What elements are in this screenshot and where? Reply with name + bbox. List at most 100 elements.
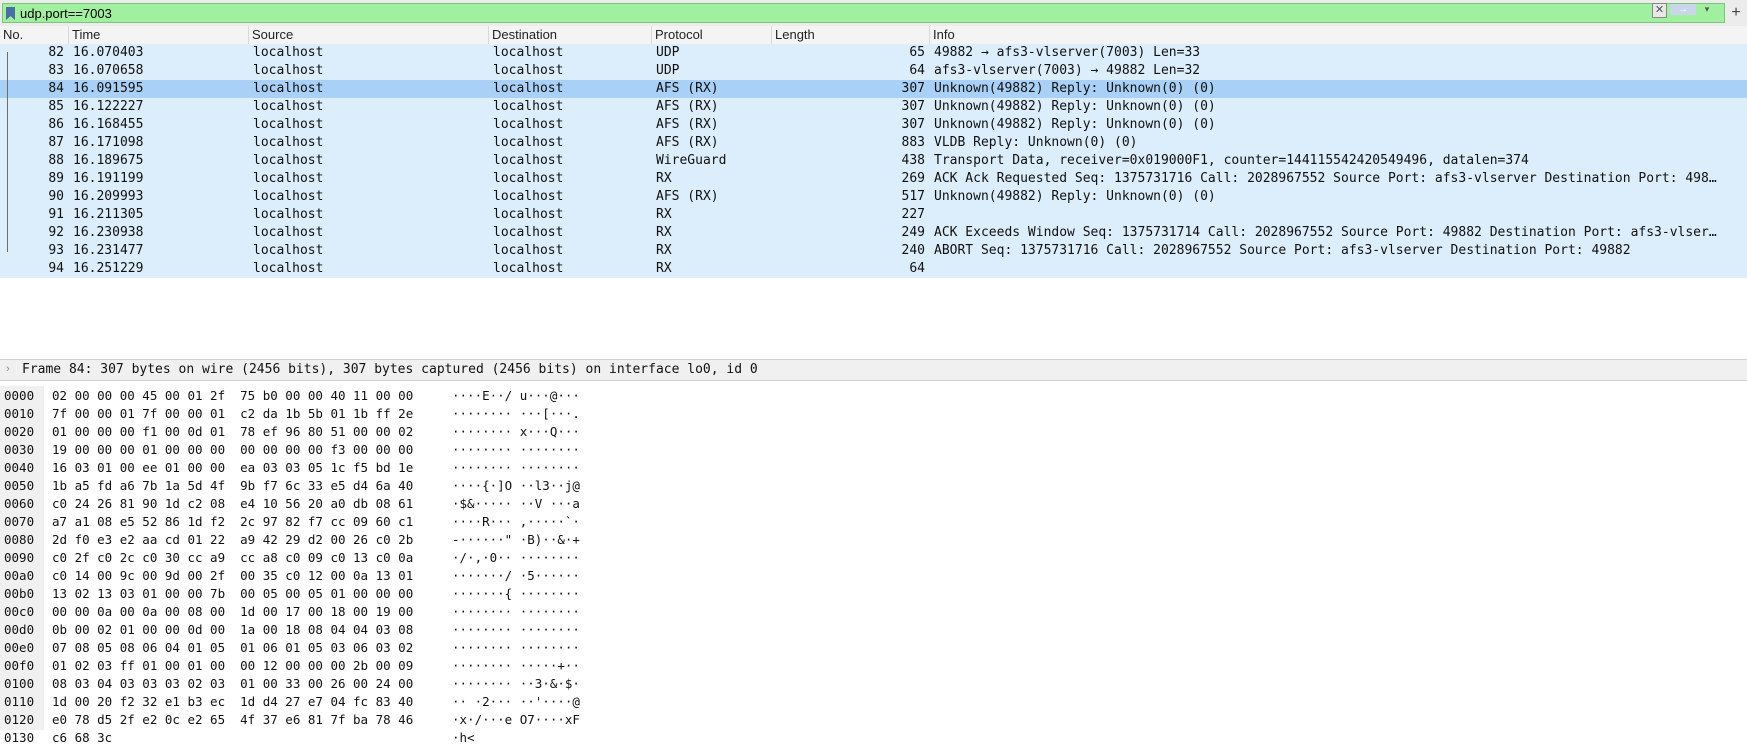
packet-row[interactable]: 93 16.231477 localhost localhost RX 240 ABORT … bbox=[0, 242, 1747, 260]
column-header-time[interactable]: Time bbox=[69, 26, 249, 44]
hex-ascii[interactable]: ····R··· ,·····`· bbox=[452, 514, 580, 529]
hex-bytes[interactable]: 01 00 00 00 f1 00 0d 01 78 ef 96 80 51 0… bbox=[52, 424, 413, 439]
expand-chevron-icon[interactable]: › bbox=[6, 363, 10, 375]
hex-ascii[interactable]: ·······/ ·5······ bbox=[452, 568, 580, 583]
hex-offset[interactable]: 0070 bbox=[4, 514, 44, 529]
cell-info: VLDB Reply: Unknown(0) (0) bbox=[934, 135, 1138, 150]
hex-offset[interactable]: 0130 bbox=[4, 730, 44, 745]
hex-ascii[interactable]: ········ ········ bbox=[452, 442, 580, 457]
hex-offset[interactable]: 0100 bbox=[4, 676, 44, 691]
hex-bytes[interactable]: e0 78 d5 2f e2 0c e2 65 4f 37 e6 81 7f b… bbox=[52, 712, 413, 727]
bookmark-icon[interactable] bbox=[6, 7, 15, 20]
packet-row[interactable]: 87 16.171098 localhost localhost AFS (RX) 883… bbox=[0, 134, 1747, 152]
packet-row[interactable]: 82 16.070403 localhost localhost UDP 65 49882 … bbox=[0, 44, 1747, 62]
hex-ascii[interactable]: ········ ········ bbox=[452, 460, 580, 475]
packet-list[interactable]: No. Time Source Destination Protocol Len… bbox=[0, 26, 1747, 351]
packet-row[interactable]: 90 16.209993 localhost localhost AFS (RX) 517… bbox=[0, 188, 1747, 206]
column-header-destination[interactable]: Destination bbox=[489, 26, 652, 44]
frame-summary-line[interactable]: Frame 84: 307 bytes on wire (2456 bits),… bbox=[22, 362, 758, 377]
hex-bytes[interactable]: c0 2f c0 2c c0 30 cc a9 cc a8 c0 09 c0 1… bbox=[52, 550, 413, 565]
cell-info: afs3-vlserver(7003) → 49882 Len=32 bbox=[934, 63, 1201, 78]
pane-splitter[interactable] bbox=[0, 351, 1747, 357]
packet-row[interactable]: 86 16.168455 localhost localhost AFS (RX) 307… bbox=[0, 116, 1747, 134]
hex-bytes[interactable]: 19 00 00 00 01 00 00 00 00 00 00 00 f3 0… bbox=[52, 442, 413, 457]
hex-offset[interactable]: 0030 bbox=[4, 442, 44, 457]
hex-ascii[interactable]: ········ x···Q··· bbox=[452, 424, 580, 439]
packet-row[interactable]: 88 16.189675 localhost localhost WireGuard 43… bbox=[0, 152, 1747, 170]
hex-bytes[interactable]: 2d f0 e3 e2 aa cd 01 22 a9 42 29 d2 00 2… bbox=[52, 532, 413, 547]
column-header-source[interactable]: Source bbox=[249, 26, 489, 44]
hex-bytes[interactable]: c0 14 00 9c 00 9d 00 2f 00 35 c0 12 00 0… bbox=[52, 568, 413, 583]
hex-ascii[interactable]: ····E··/ u···@··· bbox=[452, 388, 580, 403]
hex-offset[interactable]: 0040 bbox=[4, 460, 44, 475]
hex-offset[interactable]: 00e0 bbox=[4, 640, 44, 655]
add-filter-button-icon[interactable]: + bbox=[1727, 3, 1745, 23]
hex-bytes[interactable]: 1d 00 20 f2 32 e1 b3 ec 1d d4 27 e7 04 f… bbox=[52, 694, 413, 709]
packet-row[interactable]: 91 16.211305 localhost localhost RX 227 bbox=[0, 206, 1747, 224]
hex-offset[interactable]: 00b0 bbox=[4, 586, 44, 601]
cell-length: 438 bbox=[901, 153, 925, 168]
column-header-no[interactable]: No. bbox=[0, 26, 69, 44]
hex-bytes[interactable]: 16 03 01 00 ee 01 00 00 ea 03 03 05 1c f… bbox=[52, 460, 413, 475]
hex-ascii[interactable]: ····{·]O ··l3··j@ bbox=[452, 478, 580, 493]
hex-offset[interactable]: 0050 bbox=[4, 478, 44, 493]
cell-length: 307 bbox=[901, 81, 925, 96]
packet-bytes-pane[interactable]: 0000 02 00 00 00 45 00 01 2f 75 b0 00 00 … bbox=[0, 386, 1747, 745]
packet-row[interactable]: 92 16.230938 localhost localhost RX 249 ACK Ex… bbox=[0, 224, 1747, 242]
hex-bytes[interactable]: c6 68 3c bbox=[52, 730, 112, 745]
column-header-protocol[interactable]: Protocol bbox=[652, 26, 772, 44]
hex-offset[interactable]: 0010 bbox=[4, 406, 44, 421]
hex-offset[interactable]: 0120 bbox=[4, 712, 44, 727]
hex-bytes[interactable]: 7f 00 00 01 7f 00 00 01 c2 da 1b 5b 01 1… bbox=[52, 406, 413, 421]
apply-filter-icon[interactable]: → bbox=[1670, 4, 1696, 15]
hex-bytes[interactable]: 08 03 04 03 03 03 02 03 01 00 33 00 26 0… bbox=[52, 676, 413, 691]
hex-offset[interactable]: 0090 bbox=[4, 550, 44, 565]
cell-time: 16.191199 bbox=[73, 171, 144, 186]
packet-details-pane[interactable]: › Frame 84: 307 bytes on wire (2456 bits… bbox=[0, 359, 1747, 381]
packet-row[interactable]: 84 16.091595 localhost localhost AFS (RX) 307… bbox=[0, 80, 1747, 98]
hex-bytes[interactable]: 00 00 0a 00 0a 00 08 00 1d 00 17 00 18 0… bbox=[52, 604, 413, 619]
hex-ascii[interactable]: ·······{ ········ bbox=[452, 586, 580, 601]
hex-bytes[interactable]: 02 00 00 00 45 00 01 2f 75 b0 00 00 40 1… bbox=[52, 388, 413, 403]
hex-offset[interactable]: 0000 bbox=[4, 388, 44, 403]
hex-offset[interactable]: 00a0 bbox=[4, 568, 44, 583]
hex-ascii[interactable]: ········ ········ bbox=[452, 622, 580, 637]
column-header-info[interactable]: Info bbox=[930, 26, 1747, 44]
packet-row[interactable]: 89 16.191199 localhost localhost RX 269 ACK Ac… bbox=[0, 170, 1747, 188]
clear-filter-icon[interactable]: ✕ bbox=[1652, 3, 1667, 18]
hex-offset[interactable]: 00d0 bbox=[4, 622, 44, 637]
column-header-length[interactable]: Length bbox=[772, 26, 930, 44]
packet-row[interactable]: 85 16.122227 localhost localhost AFS (RX) 307… bbox=[0, 98, 1747, 116]
packet-row[interactable]: 83 16.070658 localhost localhost UDP 64 afs3-v… bbox=[0, 62, 1747, 80]
hex-bytes[interactable]: a7 a1 08 e5 52 86 1d f2 2c 97 82 f7 cc 0… bbox=[52, 514, 413, 529]
hex-offset[interactable]: 0080 bbox=[4, 532, 44, 547]
hex-offset[interactable]: 00c0 bbox=[4, 604, 44, 619]
packet-row[interactable]: 94 16.251229 localhost localhost RX 64 bbox=[0, 260, 1747, 278]
hex-bytes[interactable]: 0b 00 02 01 00 00 0d 00 1a 00 18 08 04 0… bbox=[52, 622, 413, 637]
hex-ascii[interactable]: ········ ········ bbox=[452, 640, 580, 655]
hex-ascii[interactable]: ·· ·2··· ··'····@ bbox=[452, 694, 580, 709]
hex-bytes[interactable]: 07 08 05 08 06 04 01 05 01 06 01 05 03 0… bbox=[52, 640, 413, 655]
hex-offset[interactable]: 0060 bbox=[4, 496, 44, 511]
hex-offset[interactable]: 00f0 bbox=[4, 658, 44, 673]
hex-offset[interactable]: 0110 bbox=[4, 694, 44, 709]
hex-ascii[interactable]: ········ ···[···. bbox=[452, 406, 580, 421]
cell-info: Unknown(49882) Reply: Unknown(0) (0) bbox=[934, 117, 1216, 132]
hex-ascii[interactable]: ·x·/···e O7····xF bbox=[452, 712, 580, 727]
display-filter-text[interactable]: udp.port==7003 bbox=[20, 6, 112, 21]
hex-ascii[interactable]: ········ ··3·&·$· bbox=[452, 676, 580, 691]
display-filter-input[interactable]: udp.port==7003 bbox=[2, 3, 1725, 23]
cell-info: ABORT Seq: 1375731716 Call: 2028967552 S… bbox=[934, 243, 1631, 258]
hex-bytes[interactable]: 13 02 13 03 01 00 00 7b 00 05 00 05 01 0… bbox=[52, 586, 413, 601]
hex-ascii[interactable]: ·$&····· ··V ···a bbox=[452, 496, 580, 511]
hex-ascii[interactable]: ········ ········ bbox=[452, 604, 580, 619]
hex-bytes[interactable]: 1b a5 fd a6 7b 1a 5d 4f 9b f7 6c 33 e5 d… bbox=[52, 478, 413, 493]
hex-ascii[interactable]: -······" ·B)··&·+ bbox=[452, 532, 580, 547]
hex-ascii[interactable]: ·/·,·0·· ········ bbox=[452, 550, 580, 565]
filter-history-dropdown-icon[interactable]: ▾ bbox=[1700, 2, 1714, 16]
hex-offset[interactable]: 0020 bbox=[4, 424, 44, 439]
hex-ascii[interactable]: ·h< bbox=[452, 730, 475, 745]
hex-bytes[interactable]: c0 24 26 81 90 1d c2 08 e4 10 56 20 a0 d… bbox=[52, 496, 413, 511]
hex-ascii[interactable]: ········ ·····+·· bbox=[452, 658, 580, 673]
hex-bytes[interactable]: 01 02 03 ff 01 00 01 00 00 12 00 00 00 2… bbox=[52, 658, 413, 673]
